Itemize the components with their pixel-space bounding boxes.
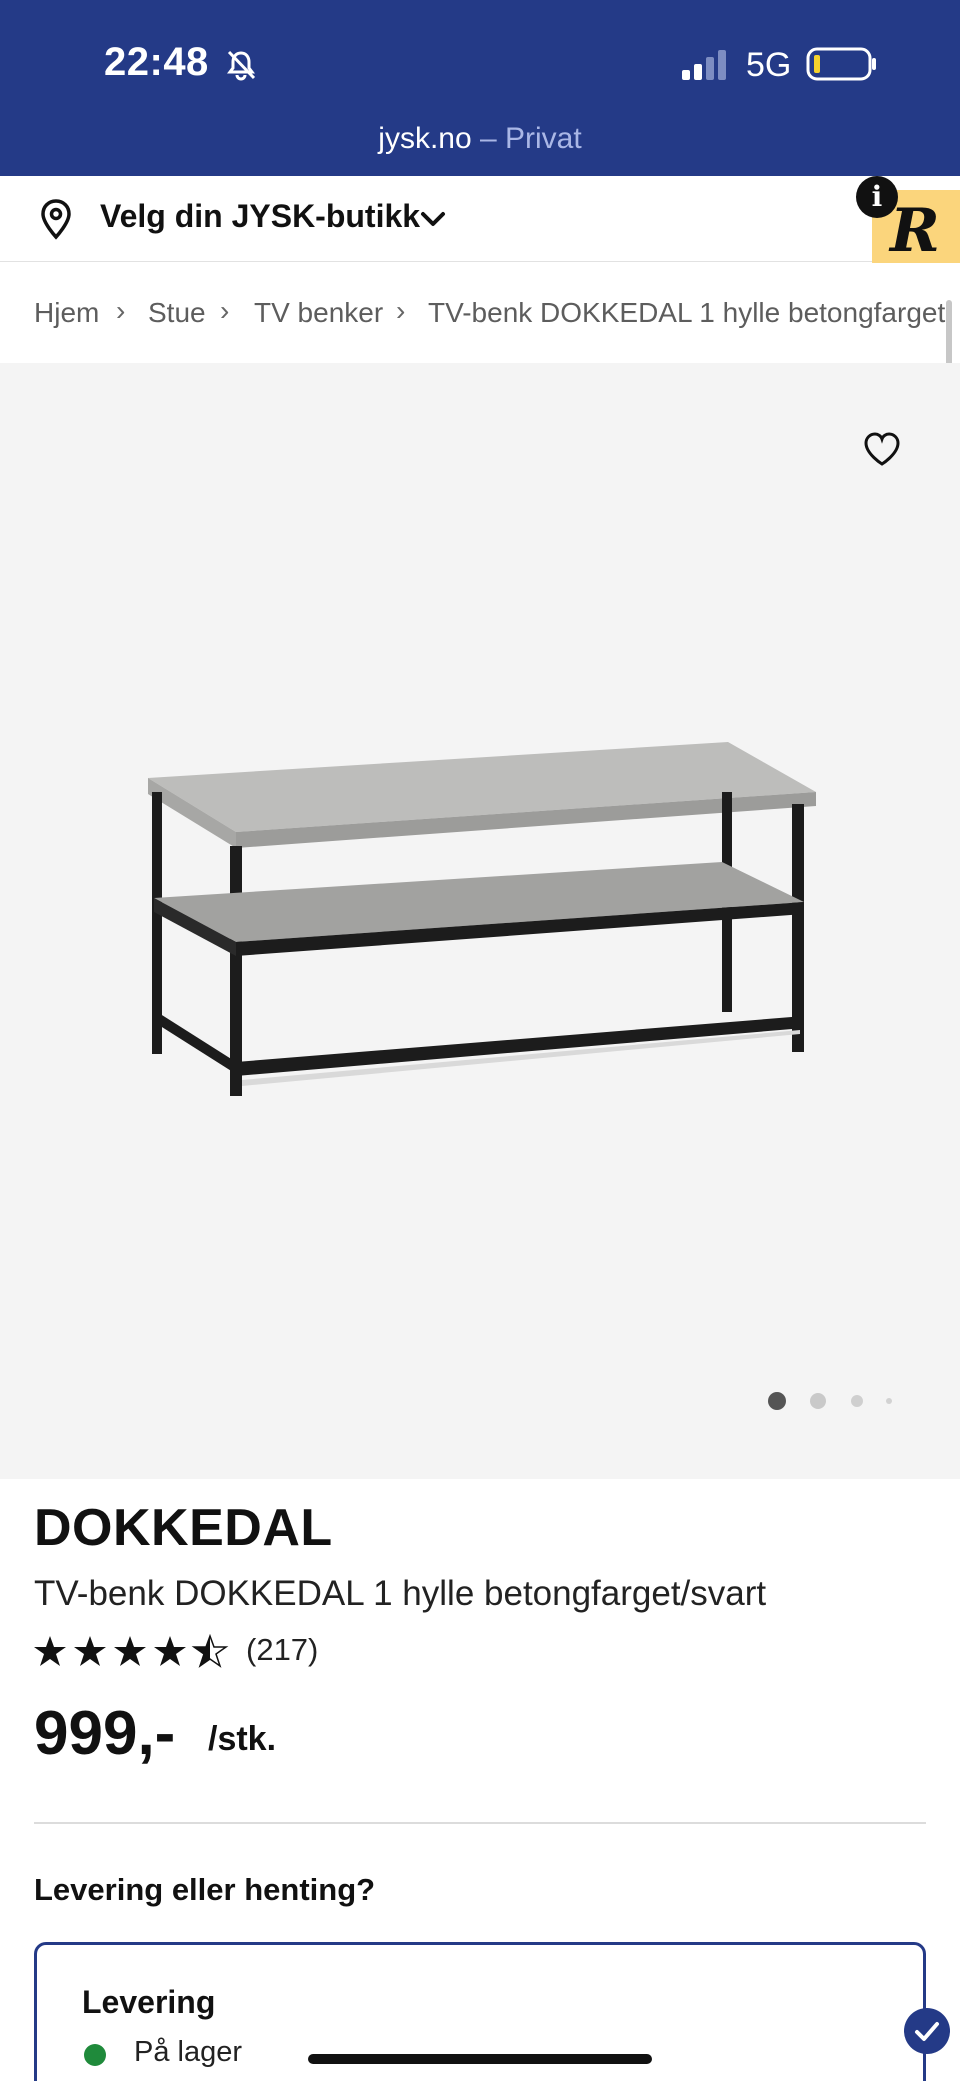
url-mode: Privat: [505, 122, 582, 155]
divider: [34, 1822, 926, 1824]
check-icon: [904, 2008, 950, 2054]
gallery-dot-2[interactable]: [810, 1393, 826, 1409]
gallery-dot-4[interactable]: [886, 1398, 892, 1404]
product-name: TV-benk DOKKEDAL 1 hylle betongfarget/sv…: [34, 1574, 767, 1613]
delivery-option-title: Levering: [82, 1984, 216, 2020]
battery-low-icon: [806, 47, 876, 81]
gallery-dot-3[interactable]: [851, 1395, 863, 1407]
network-label: 5G: [746, 46, 792, 84]
breadcrumb-item-stue[interactable]: Stue: [148, 297, 206, 329]
status-bar: 22:48 5G jysk.no – Privat: [0, 0, 960, 176]
store-selector-label: Velg din JYSK-butikk: [100, 198, 421, 234]
delivery-heading: Levering eller henting?: [34, 1872, 376, 1907]
signal-icon: [682, 50, 726, 80]
product-brand: DOKKEDAL: [34, 1499, 333, 1557]
home-indicator[interactable]: [308, 2054, 652, 2064]
breadcrumb-item-home[interactable]: Hjem: [34, 297, 99, 329]
rating-count[interactable]: (217): [246, 1632, 318, 1668]
product-price: 999,-: [34, 1699, 176, 1768]
heart-icon[interactable]: [862, 430, 902, 468]
location-pin-icon: [41, 199, 71, 240]
breadcrumb-separator: ›: [116, 295, 126, 326]
breadcrumb-separator: ›: [396, 295, 406, 326]
status-time: 22:48: [104, 40, 209, 84]
rating-stars-icon[interactable]: [34, 1634, 234, 1670]
breadcrumb-separator: ›: [220, 295, 230, 326]
info-icon[interactable]: i: [856, 176, 898, 218]
stock-status-dot: [84, 2044, 106, 2066]
url-domain: jysk.no: [378, 122, 472, 155]
extension-badge-letter: R: [890, 196, 940, 266]
price-unit: /stk.: [208, 1720, 277, 1758]
product-image: [148, 742, 816, 1096]
url-bar[interactable]: jysk.no – Privat: [0, 122, 960, 156]
breadcrumb: Hjem › Stue › TV benker › TV-benk DOKKED…: [0, 263, 960, 363]
store-selector[interactable]: Velg din JYSK-butikk: [0, 176, 960, 262]
product-page: 22:48 5G jysk.no – Privat Velg din JYSK-…: [0, 0, 960, 2081]
chevron-down-icon: [421, 212, 445, 226]
bell-muted-icon: [227, 50, 256, 81]
breadcrumb-item-current: TV-benk DOKKEDAL 1 hylle betongfarget: [428, 297, 946, 328]
stock-status-label: På lager: [134, 2036, 243, 2068]
breadcrumb-item-tv-benker[interactable]: TV benker: [254, 297, 383, 329]
url-separator: –: [471, 122, 506, 155]
gallery-dot-1[interactable]: [768, 1392, 786, 1410]
